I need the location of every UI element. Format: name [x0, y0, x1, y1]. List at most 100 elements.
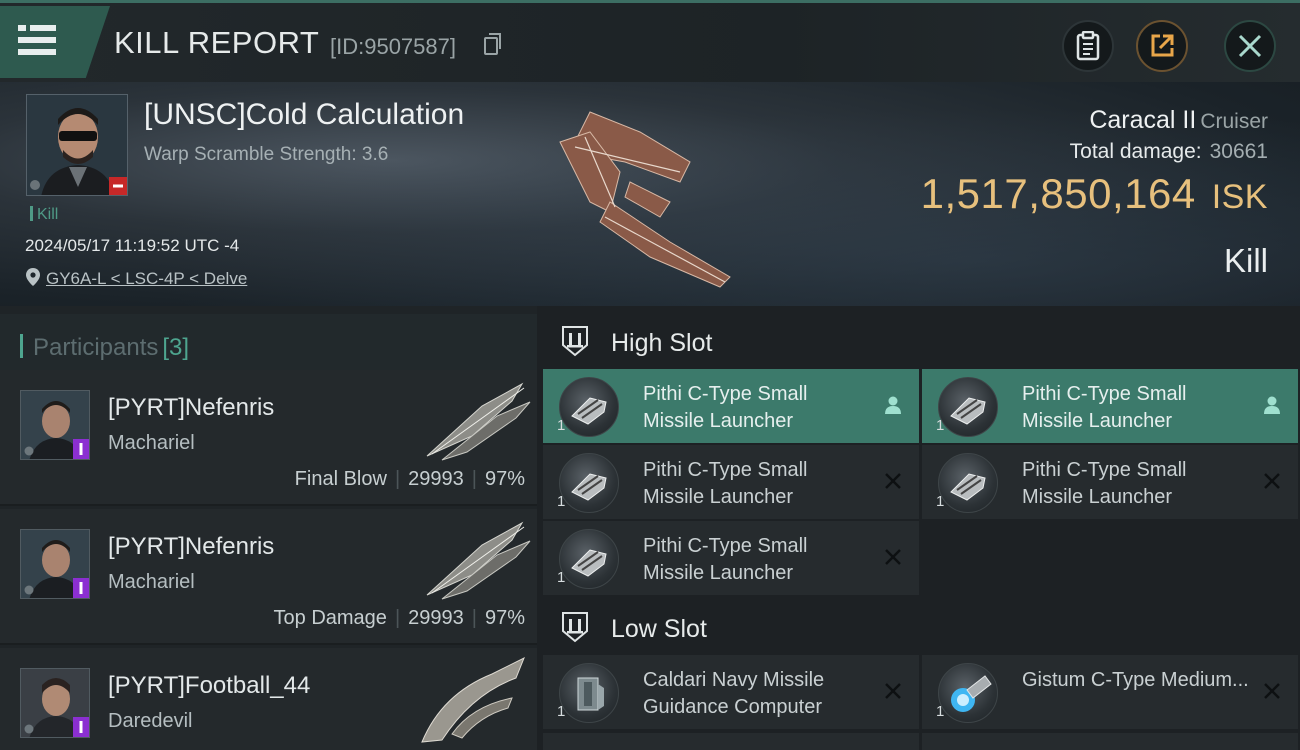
participants-count: [3] [162, 334, 190, 361]
kill-result: Kill [1223, 242, 1268, 279]
fitted-item[interactable]: 1 Pithi C-Type Small Missile Launcher [922, 369, 1298, 443]
location-link[interactable]: GY6A-L < LSC-4P < Delve [46, 269, 247, 288]
item-quantity: 1 [936, 417, 945, 434]
participant-avatar[interactable] [20, 529, 90, 599]
participant-ship-image [421, 656, 525, 743]
item-quantity: 1 [557, 417, 566, 434]
warp-scramble-strength: Warp Scramble Strength: 3.6 [144, 144, 389, 165]
participant-damage: 29993 [408, 468, 464, 490]
victim-portrait[interactable] [26, 94, 128, 196]
clipboard-icon [1076, 31, 1100, 61]
participant-percent: 97% [484, 607, 525, 629]
isk-amount: 1,517,850,164 [920, 170, 1196, 217]
item-name: Pithi C-Type Small Missile Launcher [643, 459, 808, 508]
corp-icon [24, 724, 34, 734]
fitted-item[interactable]: 1 Pithi C-Type Small Missile Launcher [922, 445, 1298, 519]
corp-icon [24, 585, 34, 595]
high-slot-title: High Slot [611, 329, 713, 357]
item-quantity: 1 [936, 493, 945, 510]
ship-render-image [559, 111, 731, 288]
menu-icon[interactable] [18, 23, 58, 57]
item-name: Pithi C-Type Small Missile Launcher [1022, 383, 1187, 432]
participants-title: Participants [3] [20, 334, 189, 362]
participant-avatar[interactable] [20, 390, 90, 460]
participant-name: [PYRT]Nefenris [108, 394, 275, 421]
missile-launcher-icon [938, 377, 998, 437]
low-slot-header: Low Slot [537, 596, 1300, 656]
missile-launcher-icon [559, 377, 619, 437]
item-name: Pithi C-Type Small Missile Launcher [643, 535, 808, 584]
isk-unit: ISK [1211, 178, 1268, 216]
total-damage: Total damage: 30661 [1070, 140, 1268, 164]
participants-header: Participants [3] [0, 314, 537, 372]
fleet-member-icon [73, 717, 89, 737]
low-slot-icon [562, 612, 588, 643]
dropped-icon [1260, 393, 1284, 417]
fitted-item[interactable]: 1 Gistum C-Type Medium... [922, 655, 1298, 729]
location-pin-icon [26, 268, 40, 286]
item-name: Pithi C-Type Small Missile Launcher [643, 383, 808, 432]
fitted-item[interactable]: 1 Pithi C-Type Small Missile Launcher [543, 369, 919, 443]
fitted-item-partial[interactable] [922, 733, 1298, 750]
participant-role: Top Damage [273, 607, 387, 629]
fitted-item[interactable]: 1 Caldari Navy Missile Guidance Computer [543, 655, 919, 729]
fitted-item[interactable]: 1 Pithi C-Type Small Missile Launcher [543, 521, 919, 595]
standing-icon [109, 177, 127, 195]
participants-label: Participants [33, 334, 159, 361]
isk-value: 1,517,850,164 ISK [921, 170, 1268, 218]
participant-row[interactable]: [PYRT]Nefenris Machariel Final Blow | 2999… [0, 370, 537, 506]
kill-location[interactable]: GY6A-L < LSC-4P < Delve [26, 268, 247, 289]
shield-booster-icon [938, 663, 998, 723]
share-button[interactable] [1136, 20, 1188, 72]
item-quantity: 1 [557, 493, 566, 510]
share-icon [1151, 34, 1174, 57]
missile-launcher-icon [559, 529, 619, 589]
high-slot-icon [562, 326, 588, 357]
participant-name: [PYRT]Football_44 [108, 672, 311, 699]
participant-percent: 97% [484, 468, 525, 490]
victim-name[interactable]: [UNSC]Cold Calculation [144, 98, 464, 132]
kill-datetime: 2024/05/17 11:19:52 UTC -4 [25, 236, 240, 255]
copy-icon[interactable] [484, 33, 501, 55]
participant-ship: Daredevil [108, 710, 193, 732]
destroyed-icon [881, 545, 905, 569]
close-icon [1238, 34, 1262, 58]
item-name: Gistum C-Type Medium... [1022, 669, 1249, 691]
ship-type[interactable]: Caracal II Cruiser [1089, 106, 1268, 135]
participant-stats: Final Blow | 29993 | 97% [294, 468, 525, 490]
fitted-item[interactable]: 1 Pithi C-Type Small Missile Launcher [543, 445, 919, 519]
close-button[interactable] [1224, 20, 1276, 72]
participant-row[interactable]: [PYRT]Nefenris Machariel Top Damage | 2999… [0, 509, 537, 645]
report-id: [ID:9507587] [330, 34, 456, 59]
participant-damage: 29993 [408, 607, 464, 629]
destroyed-icon [1260, 679, 1284, 703]
participant-avatar[interactable] [20, 668, 90, 738]
total-damage-value: 30661 [1209, 140, 1268, 163]
kill-tag: Kill [30, 206, 58, 224]
corp-icon [24, 446, 34, 456]
clipboard-button[interactable] [1062, 20, 1114, 72]
participant-ship: Machariel [108, 432, 195, 454]
destroyed-icon [881, 679, 905, 703]
kill-report-screen: KILL REPORT [ID:9507587] [UNSC]Cold Calc… [0, 0, 1300, 750]
low-slot-title: Low Slot [611, 615, 707, 643]
destroyed-icon [881, 469, 905, 493]
corp-icon [30, 180, 40, 190]
participants-panel: Participants [3] [PYRT]Nefenris Machariel… [0, 306, 537, 750]
missile-launcher-icon [938, 453, 998, 513]
item-quantity: 1 [557, 703, 566, 720]
item-name: Pithi C-Type Small Missile Launcher [1022, 459, 1187, 508]
participant-ship-image [426, 382, 531, 461]
total-damage-label: Total damage: [1069, 140, 1202, 163]
item-name: Caldari Navy Missile Guidance Computer [643, 669, 825, 718]
participant-role: Final Blow [294, 468, 387, 490]
dropped-icon [881, 393, 905, 417]
missile-launcher-icon [559, 453, 619, 513]
item-quantity: 1 [936, 703, 945, 720]
guidance-computer-icon [559, 663, 619, 723]
fitted-item-partial[interactable] [543, 733, 919, 750]
fleet-member-icon [73, 439, 89, 459]
participant-name: [PYRT]Nefenris [108, 533, 275, 560]
participant-row[interactable]: [PYRT]Football_44 Daredevil [0, 648, 537, 750]
fitting-panel: High Slot 1 Pithi C-Type Small Missile L… [537, 306, 1300, 750]
